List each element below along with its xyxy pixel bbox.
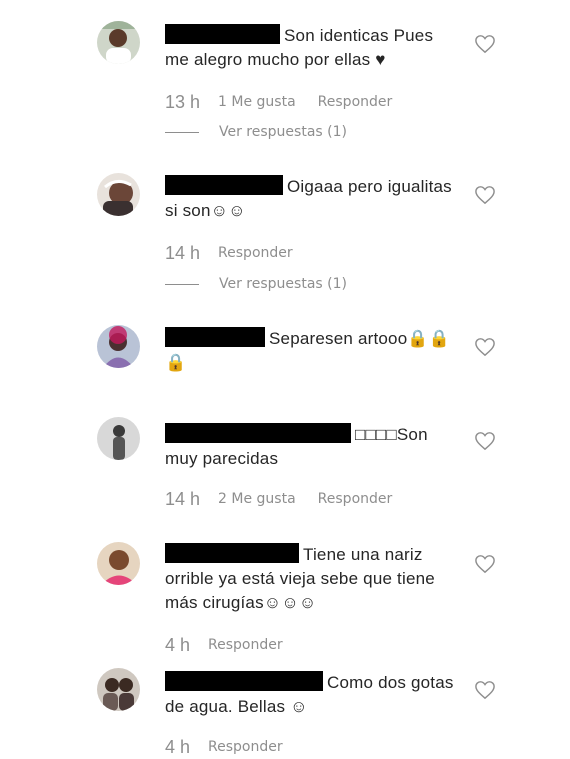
timestamp: 13 h <box>165 91 201 112</box>
comment-meta: 13 h 1 Me gusta Responder <box>165 90 392 114</box>
comment-text: Son identicas Pues me alegro mucho por e… <box>165 24 455 72</box>
comment-text: Separesen artooo🔒🔒 🔒 <box>165 327 455 375</box>
comment-meta: 14 h 2 Me gusta Responder <box>165 487 392 511</box>
view-replies-label[interactable]: Ver respuestas (1) <box>219 124 347 140</box>
redacted-username[interactable] <box>165 175 283 195</box>
view-replies-label[interactable]: Ver respuestas (1) <box>219 276 347 292</box>
reply-button[interactable]: Responder <box>208 637 283 653</box>
heart-outline-icon[interactable] <box>474 337 496 357</box>
comment-text: □□□□Son muy parecidas <box>165 423 455 471</box>
reply-button[interactable]: Responder <box>318 491 393 507</box>
avatar[interactable] <box>97 325 140 368</box>
heart-outline-icon[interactable] <box>474 431 496 451</box>
comment-text: Oigaaa pero igualitas si son☺☺ <box>165 175 455 223</box>
reply-button[interactable]: Responder <box>218 245 293 261</box>
heart-outline-icon[interactable] <box>474 34 496 54</box>
comment-meta: 4 h Responder <box>165 633 283 657</box>
redacted-username[interactable] <box>165 671 323 691</box>
timestamp: 4 h <box>165 736 191 757</box>
reply-button[interactable]: Responder <box>208 739 283 755</box>
timestamp: 14 h <box>165 488 201 509</box>
avatar[interactable] <box>97 21 140 64</box>
timestamp: 14 h <box>165 242 201 263</box>
comment-text: Tiene una nariz orrible ya está vieja se… <box>165 543 455 615</box>
comment-text: Como dos gotas de agua. Bellas ☺ <box>165 671 455 719</box>
view-replies[interactable]: Ver respuestas (1) <box>165 122 347 142</box>
replies-divider <box>165 283 199 285</box>
reply-button[interactable]: Responder <box>318 94 393 110</box>
avatar[interactable] <box>97 417 140 460</box>
likes-count[interactable]: 2 Me gusta <box>218 491 296 507</box>
view-replies[interactable]: Ver respuestas (1) <box>165 274 347 294</box>
replies-divider <box>165 131 199 133</box>
comment-meta: 4 h Responder <box>165 735 283 759</box>
timestamp: 4 h <box>165 634 191 655</box>
heart-outline-icon[interactable] <box>474 185 496 205</box>
avatar[interactable] <box>97 542 140 585</box>
likes-count[interactable]: 1 Me gusta <box>218 94 296 110</box>
avatar[interactable] <box>97 173 140 216</box>
redacted-username[interactable] <box>165 24 280 44</box>
heart-outline-icon[interactable] <box>474 554 496 574</box>
redacted-username[interactable] <box>165 327 265 347</box>
heart-outline-icon[interactable] <box>474 680 496 700</box>
avatar[interactable] <box>97 668 140 711</box>
comment-meta: 14 h Responder <box>165 241 293 265</box>
redacted-username[interactable] <box>165 423 351 443</box>
redacted-username[interactable] <box>165 543 299 563</box>
